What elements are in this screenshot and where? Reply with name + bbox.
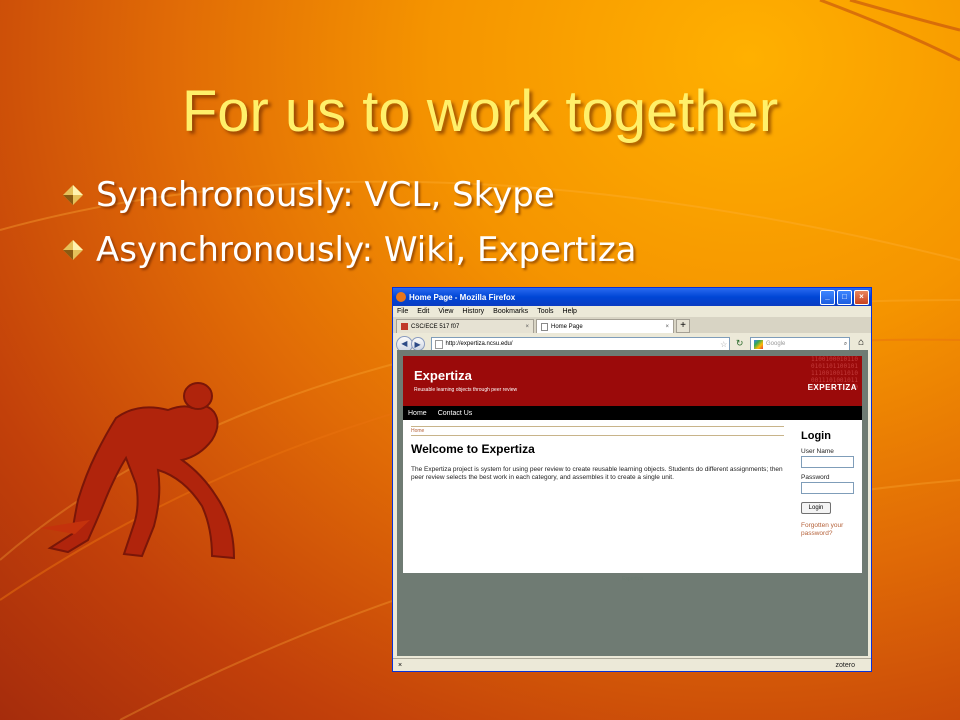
nav-contact-us[interactable]: Contact Us xyxy=(438,410,473,417)
tab-close-icon[interactable]: × xyxy=(665,324,669,330)
password-label: Password xyxy=(801,474,830,481)
slide-title: For us to work together xyxy=(181,79,779,144)
tab-close-icon[interactable]: × xyxy=(525,324,529,330)
page-icon xyxy=(541,322,548,331)
breadcrumb[interactable]: Home xyxy=(411,426,784,436)
window-titlebar[interactable]: Home Page - Mozilla Firefox _ □ × xyxy=(393,288,871,306)
site-logo: EXPERTIZA xyxy=(807,383,857,392)
login-button[interactable]: Login xyxy=(801,502,831,514)
bullet-text: Asynchronously: Wiki, Expertiza xyxy=(96,230,637,270)
site-name: Expertiza xyxy=(414,368,472,383)
menu-tools[interactable]: Tools xyxy=(537,308,553,315)
page-icon xyxy=(434,339,443,349)
home-icon[interactable]: ⌂ xyxy=(854,337,868,351)
menu-view[interactable]: View xyxy=(438,308,453,315)
site-tagline: Reusable learning objects through peer r… xyxy=(414,387,518,393)
tab-label: CSC/ECE 517 f07 xyxy=(411,323,460,330)
site-nav: Home Contact Us xyxy=(403,406,862,420)
firefox-window: Home Page - Mozilla Firefox _ □ × File E… xyxy=(392,287,872,672)
url-text: http://expertiza.ncsu.edu/ xyxy=(445,341,513,347)
bullet-text: Synchronously: VCL, Skype xyxy=(96,175,555,215)
reload-icon[interactable]: ↻ xyxy=(733,338,746,351)
tab-label: Home Page xyxy=(551,323,583,330)
login-heading: Login xyxy=(801,430,831,442)
diamond-bullet-icon xyxy=(63,185,83,205)
site-favicon-icon xyxy=(401,323,408,330)
login-panel: Login User Name Password Login Forgotten… xyxy=(801,430,861,538)
tab-bar: CSC/ECE 517 f07 × Home Page × + xyxy=(393,317,871,333)
window-title: Home Page - Mozilla Firefox xyxy=(409,292,516,302)
bookmark-star-icon[interactable]: ☆ xyxy=(720,340,727,349)
diamond-bullet-icon xyxy=(63,240,83,260)
search-icon[interactable]: ⌕ xyxy=(844,341,847,348)
username-input[interactable] xyxy=(801,456,854,468)
zotero-label[interactable]: zotero xyxy=(836,662,855,669)
bullet-item: Synchronously: VCL, Skype xyxy=(62,175,555,215)
username-label: User Name xyxy=(801,448,834,455)
maximize-button[interactable]: □ xyxy=(837,289,852,305)
intro-paragraph: The Expertiza project is system for usin… xyxy=(411,466,783,481)
site-footer: Expertiza xyxy=(622,576,643,582)
close-find-icon[interactable]: × xyxy=(398,662,402,669)
minimize-button[interactable]: _ xyxy=(820,289,835,305)
close-button[interactable]: × xyxy=(854,289,869,305)
google-icon xyxy=(754,339,763,349)
menu-history[interactable]: History xyxy=(462,308,484,315)
forward-arrow-icon[interactable]: ▶ xyxy=(410,337,425,351)
page-viewport: Expertiza Reusable learning objects thro… xyxy=(397,350,868,656)
search-placeholder: Google xyxy=(766,341,786,347)
menu-bookmarks[interactable]: Bookmarks xyxy=(493,308,528,315)
sprinter-silhouette-icon xyxy=(47,382,236,560)
tab-home-page[interactable]: Home Page × xyxy=(536,319,674,333)
tab-csc-ece[interactable]: CSC/ECE 517 f07 × xyxy=(396,319,534,333)
menu-bar: File Edit View History Bookmarks Tools H… xyxy=(393,306,871,317)
page-heading: Welcome to Expertiza xyxy=(411,442,535,456)
status-bar: × zotero xyxy=(393,658,871,671)
menu-help[interactable]: Help xyxy=(563,308,577,315)
forgot-password-link[interactable]: Forgotten your password? xyxy=(801,522,851,538)
site-header: Expertiza Reusable learning objects thro… xyxy=(403,356,862,406)
menu-file[interactable]: File xyxy=(397,308,408,315)
new-tab-button[interactable]: + xyxy=(676,319,690,333)
nav-home[interactable]: Home xyxy=(408,410,427,417)
bullet-item: Asynchronously: Wiki, Expertiza xyxy=(62,230,637,270)
menu-edit[interactable]: Edit xyxy=(417,308,429,315)
page-body: Home Welcome to Expertiza The Expertiza … xyxy=(403,420,862,573)
firefox-icon xyxy=(396,292,406,302)
password-input[interactable] xyxy=(801,482,854,494)
